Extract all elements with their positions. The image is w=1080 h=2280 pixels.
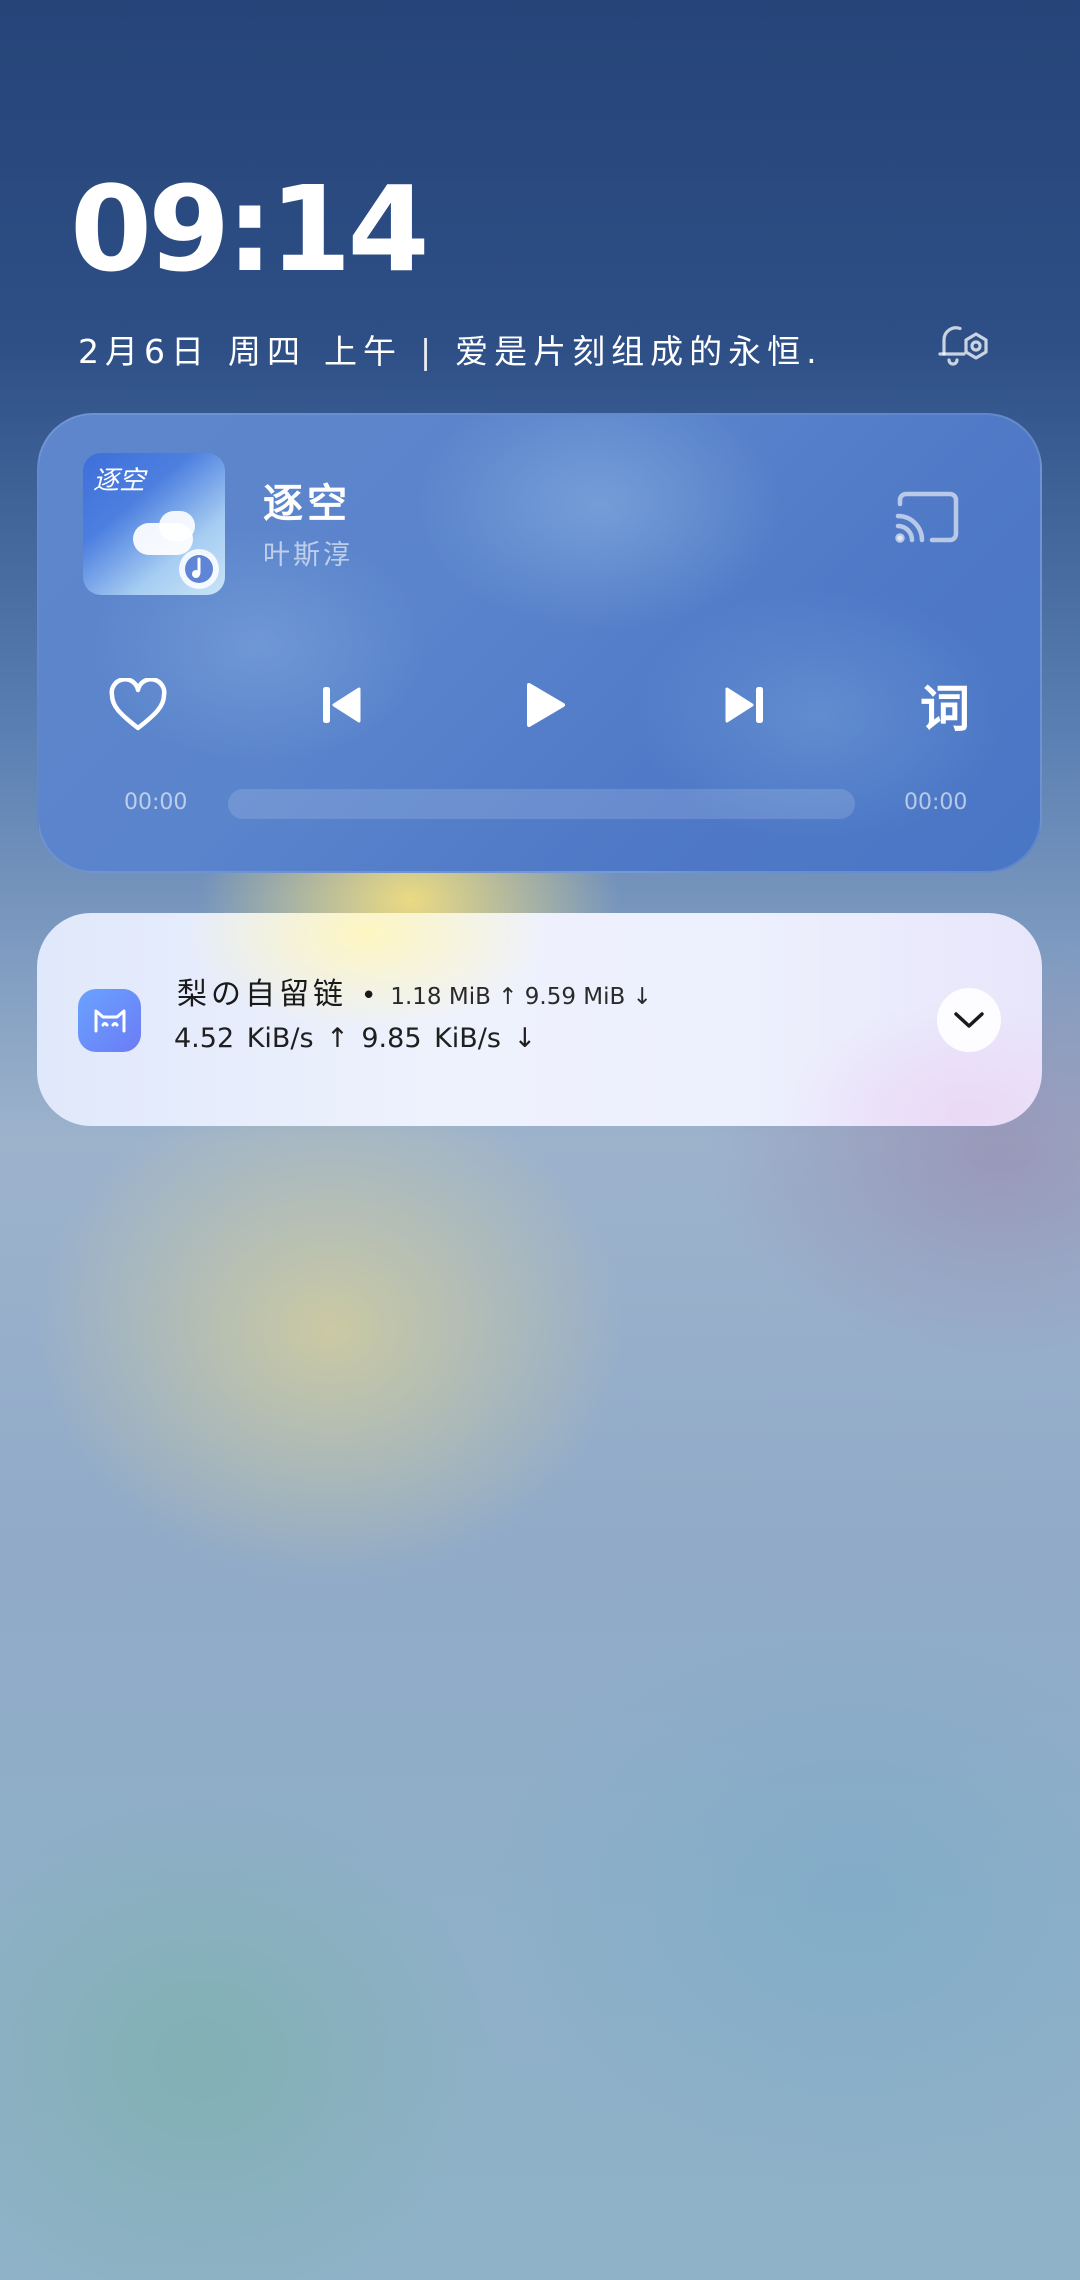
lockscreen-date-line: 2月6日 周四 上午 | 爱是片刻组成的永恒. <box>78 325 841 373</box>
lockscreen-clock: 09:14 <box>70 160 430 298</box>
cast-icon[interactable] <box>892 488 964 548</box>
next-button[interactable] <box>705 665 785 745</box>
separator: | <box>420 332 438 371</box>
notification-app-name: 梨の自留链 <box>177 977 347 1012</box>
play-icon <box>527 683 565 727</box>
music-player-card[interactable]: 逐空 逐空 叶斯淳 词 00:00 00:00 <box>37 413 1042 873</box>
favorite-button[interactable] <box>98 665 178 745</box>
lyrics-button[interactable]: 词 <box>905 665 985 745</box>
expand-notification-button[interactable] <box>937 988 1001 1052</box>
date: 2月6日 <box>78 332 210 371</box>
album-art-cloud-top <box>159 511 195 541</box>
skip-next-icon <box>725 687 763 723</box>
alarm-settings-icon[interactable] <box>930 310 994 374</box>
album-art[interactable]: 逐空 <box>83 453 225 595</box>
weekday: 周四 <box>228 332 306 371</box>
progress-slider[interactable] <box>228 789 855 819</box>
network-notification-card[interactable]: 梨の自留链 • 1.18 MiB ↑ 9.59 MiB ↓ 4.52 KiB/s… <box>37 913 1042 1126</box>
notification-separator-dot: • <box>361 981 377 1011</box>
elapsed-time: 00:00 <box>124 790 188 815</box>
cat-app-icon <box>78 989 141 1052</box>
notification-speed: 4.52 KiB/s ↑ 9.85 KiB/s ↓ <box>174 1023 537 1054</box>
notification-header: 梨の自留链 • 1.18 MiB ↑ 9.59 MiB ↓ <box>177 969 652 1013</box>
play-button[interactable] <box>505 665 585 745</box>
album-art-text: 逐空 <box>93 466 146 496</box>
heart-icon <box>109 678 167 731</box>
chevron-down-icon <box>954 1012 984 1028</box>
period: 上午 <box>324 332 402 371</box>
song-artist: 叶斯淳 <box>263 540 353 571</box>
skip-previous-icon <box>323 687 361 723</box>
motto: 爱是片刻组成的永恒. <box>455 332 823 371</box>
notification-traffic-summary: 1.18 MiB ↑ 9.59 MiB ↓ <box>390 984 652 1010</box>
previous-button[interactable] <box>301 665 381 745</box>
total-duration: 00:00 <box>904 790 968 815</box>
song-title: 逐空 <box>263 481 351 527</box>
music-app-badge-icon <box>179 549 219 589</box>
